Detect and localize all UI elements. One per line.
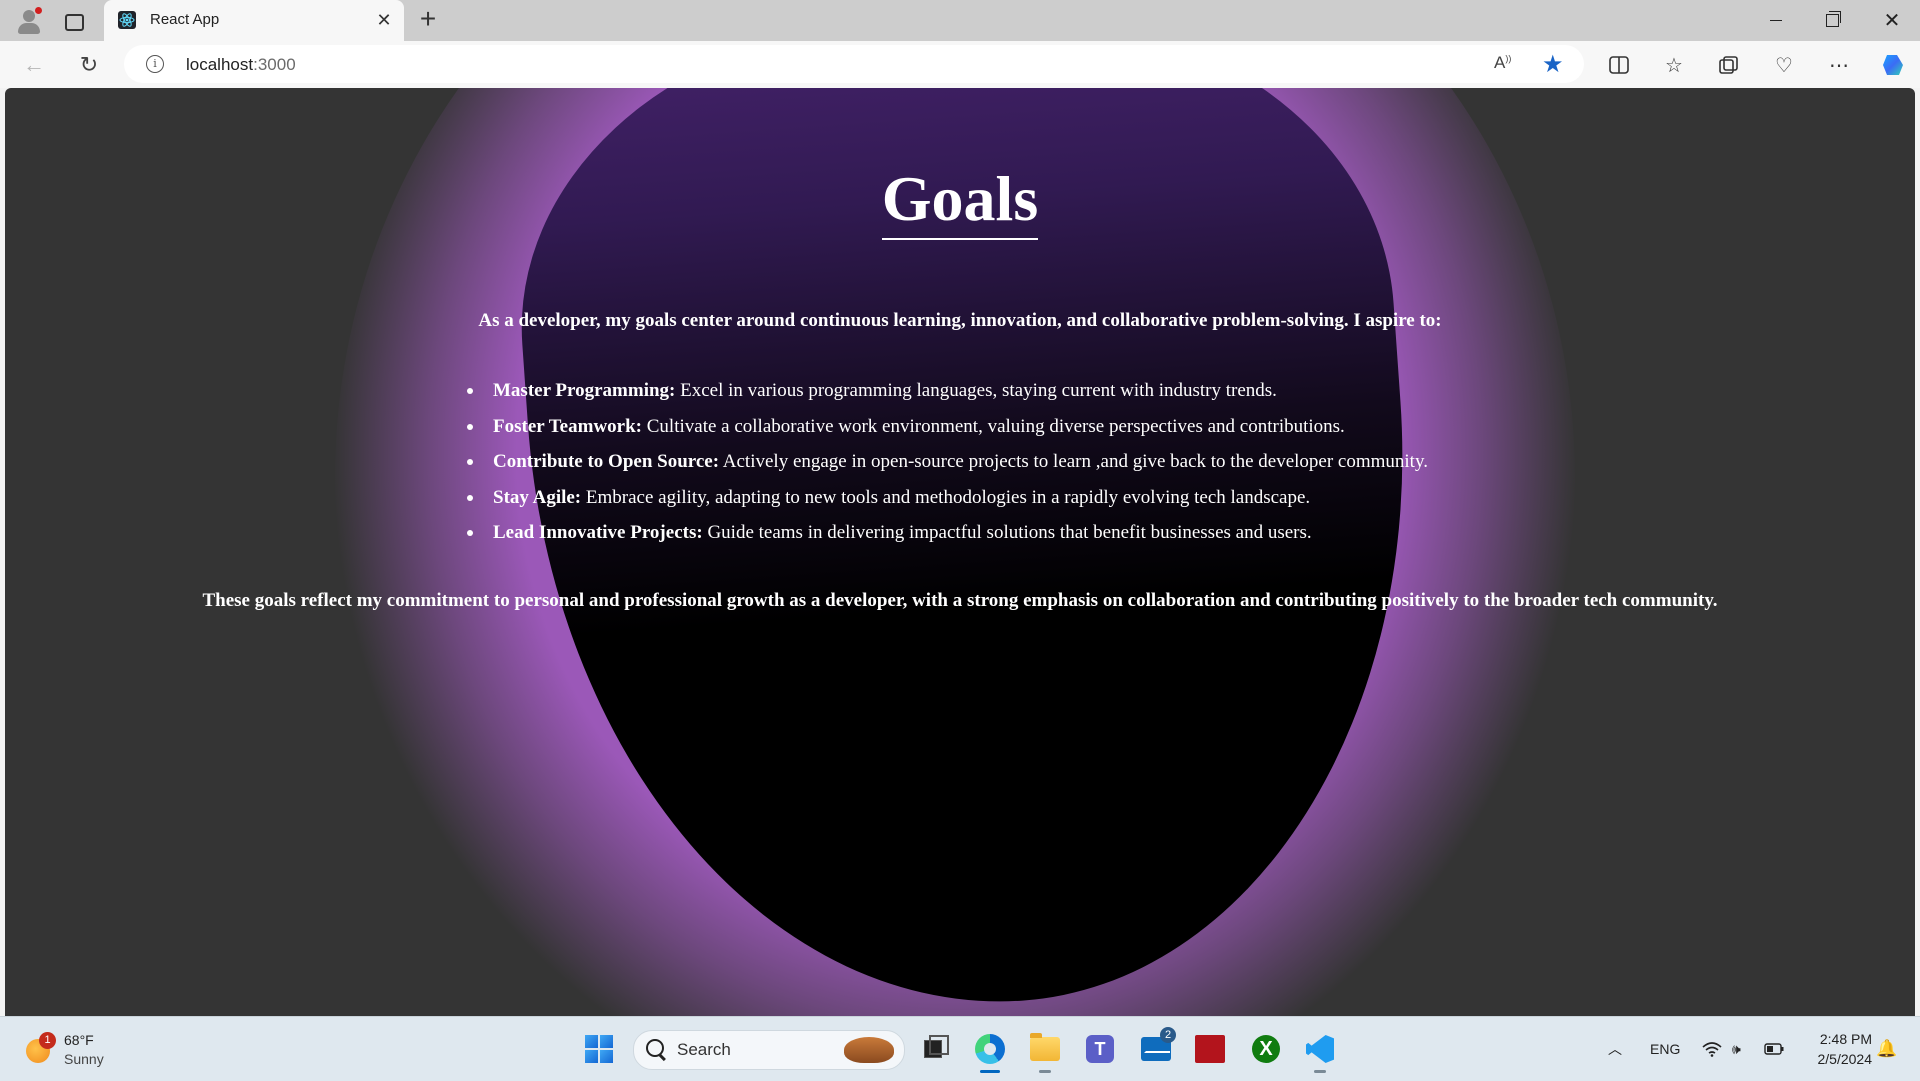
collections-icon[interactable] xyxy=(1712,48,1746,82)
page-viewport: Goals As a developer, my goals center ar… xyxy=(5,88,1915,1016)
copilot-icon[interactable] xyxy=(1877,48,1911,82)
weather-widget[interactable]: 1 68°F Sunny xyxy=(24,1029,144,1071)
goal-item: Contribute to Open Source: Actively enga… xyxy=(451,449,1428,485)
goal-item: Foster Teamwork: Cultivate a collaborati… xyxy=(451,414,1428,450)
url-host: localhost xyxy=(186,55,254,74)
file-explorer-icon[interactable] xyxy=(1025,1029,1065,1073)
show-hidden-icons[interactable]: ︿ xyxy=(1608,1017,1622,1081)
goal-text: Actively engage in open-source projects … xyxy=(719,451,1428,472)
tab-strip: React App ✕ + ✕ xyxy=(0,0,1920,41)
taskbar: 1 68°F Sunny Search T 2 X ︿ ENG 🕪 2:48 P… xyxy=(0,1016,1920,1081)
favorites-icon[interactable]: ☆ xyxy=(1657,48,1691,82)
goal-item: Lead Innovative Projects: Guide teams in… xyxy=(451,520,1428,556)
goal-text: Embrace agility, adapting to new tools a… xyxy=(581,486,1311,508)
weather-condition: Sunny xyxy=(64,1051,104,1067)
search-highlight-image xyxy=(844,1037,894,1063)
volume-icon[interactable]: 🕪 xyxy=(1732,1017,1741,1081)
goals-list: Master Programming: Excel in various pro… xyxy=(451,378,1428,556)
tab-react-app[interactable]: React App ✕ xyxy=(104,0,404,41)
vscode-icon[interactable] xyxy=(1300,1029,1340,1073)
mail-icon[interactable]: 2 xyxy=(1136,1027,1176,1069)
goal-item: Stay Agile: Embrace agility, adapting to… xyxy=(451,485,1428,521)
goals-section: Goals As a developer, my goals center ar… xyxy=(5,88,1915,1016)
favorite-star-icon[interactable]: ★ xyxy=(1542,50,1564,79)
address-bar[interactable]: i localhost:3000 A)) ★ xyxy=(124,45,1584,83)
goal-title: Lead Innovative Projects: xyxy=(493,522,703,543)
weather-temp: 68°F xyxy=(64,1032,94,1048)
react-icon xyxy=(118,11,136,29)
read-aloud-icon[interactable]: A)) xyxy=(1494,53,1511,73)
goals-intro: As a developer, my goals center around c… xyxy=(478,310,1442,331)
goal-text: Cultivate a collaborative work environme… xyxy=(642,415,1345,437)
restore-button[interactable] xyxy=(1804,0,1860,41)
more-options-icon[interactable]: ⋯ xyxy=(1822,48,1856,82)
profile-icon[interactable] xyxy=(14,5,44,35)
url-port: :3000 xyxy=(253,55,296,74)
reload-icon[interactable]: ↻ xyxy=(73,49,105,81)
red-app-icon[interactable] xyxy=(1190,1029,1230,1069)
language-indicator[interactable]: ENG xyxy=(1650,1017,1680,1081)
battery-icon[interactable] xyxy=(1764,1017,1784,1081)
wifi-icon[interactable] xyxy=(1702,1017,1722,1081)
goal-title: Contribute to Open Source: xyxy=(493,451,720,472)
system-clock[interactable]: 2:48 PM 2/5/2024 xyxy=(1800,1029,1873,1069)
browser-essentials-icon[interactable]: ♡ xyxy=(1767,48,1801,82)
clock-time: 2:48 PM xyxy=(1819,1031,1872,1047)
start-button[interactable] xyxy=(579,1029,619,1069)
goal-text: Guide teams in delivering impactful solu… xyxy=(702,522,1312,543)
mail-badge: 2 xyxy=(1160,1027,1176,1043)
back-icon[interactable]: ← xyxy=(18,49,50,81)
split-screen-icon[interactable] xyxy=(1602,48,1636,82)
goal-item: Master Programming: Excel in various pro… xyxy=(451,378,1428,414)
notification-bell-icon[interactable]: 🔔 xyxy=(1876,1039,1897,1059)
task-view-button[interactable] xyxy=(913,1029,953,1069)
weather-badge: 1 xyxy=(39,1032,56,1049)
search-label: Search xyxy=(677,1040,731,1059)
goal-title: Master Programming: xyxy=(493,380,676,401)
search-icon xyxy=(646,1039,664,1057)
goal-text: Excel in various programming languages, … xyxy=(675,380,1277,401)
tab-actions-icon[interactable] xyxy=(60,8,86,34)
close-tab-icon[interactable]: ✕ xyxy=(374,10,394,30)
minimize-button[interactable] xyxy=(1748,0,1804,41)
url-text[interactable]: localhost:3000 xyxy=(186,55,296,75)
goals-outro: These goals reflect my commitment to per… xyxy=(202,590,1718,611)
close-window-button[interactable]: ✕ xyxy=(1864,0,1920,41)
site-info-icon[interactable]: i xyxy=(146,55,164,73)
taskbar-search[interactable]: Search xyxy=(633,1030,905,1070)
windows-logo-icon xyxy=(585,1035,613,1063)
edge-taskbar-icon[interactable] xyxy=(970,1029,1010,1073)
xbox-icon[interactable]: X xyxy=(1246,1029,1286,1069)
goal-title: Foster Teamwork: xyxy=(493,415,642,437)
goals-heading: Goals xyxy=(881,166,1039,240)
teams-icon[interactable]: T xyxy=(1080,1029,1120,1069)
tab-title: React App xyxy=(150,11,220,28)
clock-date: 2/5/2024 xyxy=(1817,1051,1873,1067)
browser-toolbar: ← ↻ i localhost:3000 A)) ★ ☆ ♡ ⋯ xyxy=(0,41,1920,88)
new-tab-button[interactable]: + xyxy=(414,5,442,34)
goal-title: Stay Agile: xyxy=(493,486,582,508)
